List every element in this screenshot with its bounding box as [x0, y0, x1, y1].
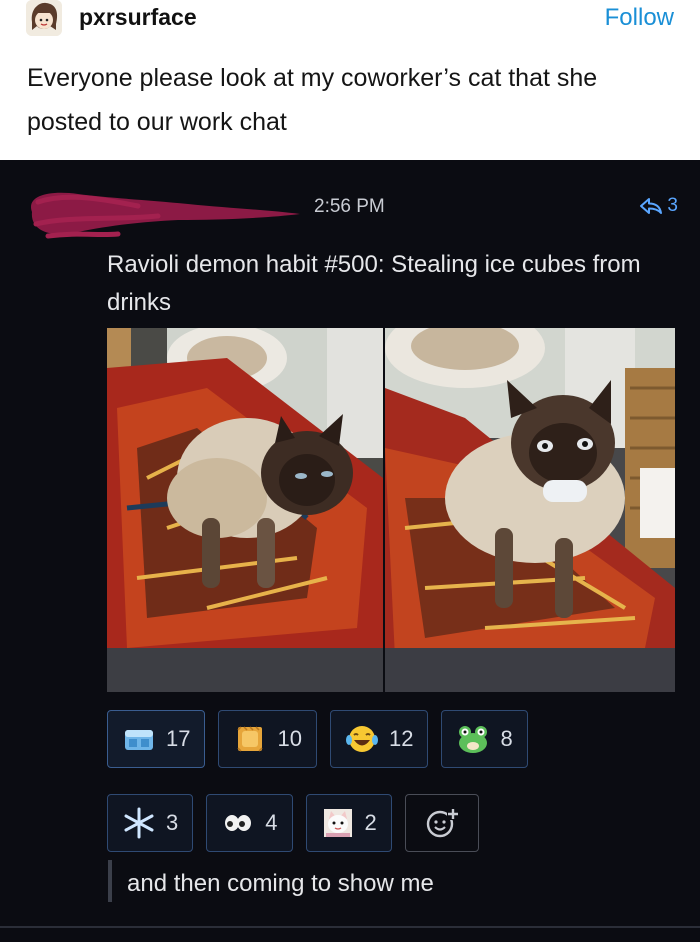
- user-avatar[interactable]: [26, 0, 62, 36]
- reply-arrow-icon: [640, 198, 663, 214]
- ice-cube-icon: [122, 722, 156, 756]
- post-body-text: Everyone please look at my coworker’s ca…: [27, 64, 598, 136]
- cat-meme-icon: [321, 806, 355, 840]
- divider: [0, 926, 700, 928]
- reactions-row: 17 10 12 8: [107, 710, 528, 768]
- ravioli-icon: [233, 722, 267, 756]
- reaction-ravioli[interactable]: 10: [218, 710, 317, 768]
- reaction-ice-cube[interactable]: 17: [107, 710, 206, 768]
- reaction-count: 10: [277, 726, 302, 751]
- photo-attachments: [107, 328, 675, 692]
- reaction-eyes[interactable]: 4: [206, 794, 293, 852]
- cat-photo-1-image: [107, 328, 383, 692]
- reaction-count: 3: [166, 810, 179, 835]
- reply-count[interactable]: 3: [639, 195, 678, 217]
- follow-up-message-text: and then coming to show me: [127, 870, 434, 897]
- reaction-count: 12: [388, 726, 414, 751]
- chat-screenshot: 2:56 PM 3 Ravioli demon habit #500: Stea…: [0, 160, 700, 942]
- cat-photo-2-image: [385, 328, 675, 692]
- reaction-laughing[interactable]: 12: [329, 710, 429, 768]
- message-continuation-bar: [108, 860, 112, 902]
- reaction-count: 8: [500, 726, 513, 751]
- add-reaction-button[interactable]: [404, 794, 479, 852]
- add-emoji-icon: [426, 808, 459, 838]
- reaction-count: 17: [166, 726, 191, 751]
- snowflake-icon: [122, 806, 156, 840]
- reaction-count: 2: [364, 810, 377, 835]
- reply-count-number: 3: [667, 195, 678, 216]
- message-timestamp: 2:56 PM: [314, 196, 385, 217]
- follow-button[interactable]: Follow: [605, 4, 674, 32]
- frog-icon: [456, 722, 490, 756]
- reaction-count: 4: [265, 810, 278, 835]
- username[interactable]: pxrsurface: [79, 4, 197, 31]
- reaction-frog[interactable]: 8: [441, 710, 528, 768]
- redacted-sender-scribble: [31, 192, 301, 239]
- reaction-snowflake[interactable]: 3: [107, 794, 194, 852]
- reaction-cat-meme[interactable]: 2: [305, 794, 392, 852]
- message-text: Ravioli demon habit #500: Stealing ice c…: [107, 251, 641, 316]
- laughing-crying-icon: [345, 722, 379, 756]
- avatar-illustration-icon: [26, 0, 62, 36]
- reactions-row: 3 4 2: [107, 794, 479, 852]
- cat-photo-2[interactable]: [385, 328, 675, 692]
- eyes-icon: [221, 806, 255, 840]
- cat-photo-1[interactable]: [107, 328, 383, 692]
- post-header: pxrsurface Follow: [0, 0, 700, 40]
